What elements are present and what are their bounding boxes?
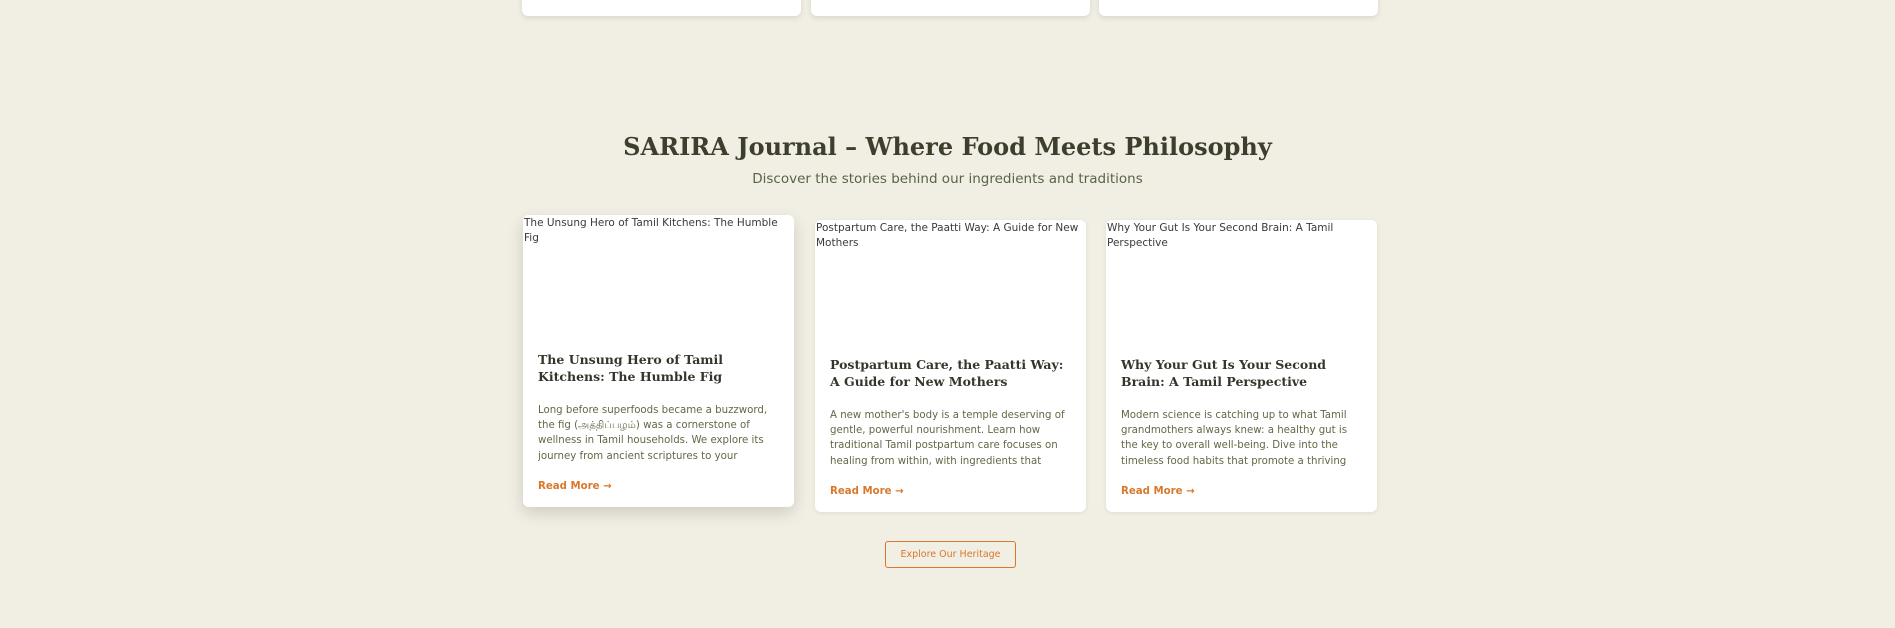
card-excerpt: Modern science is catching up to what Ta… bbox=[1121, 410, 1348, 467]
section-title: SARIRA Journal – Where Food Meets Philos… bbox=[623, 132, 1272, 161]
card-image[interactable]: Postpartum Care, the Paatti Way: A Guide… bbox=[815, 220, 1086, 347]
journal-card[interactable]: The Unsung Hero of Tamil Kitchens: The H… bbox=[523, 215, 794, 507]
card-title[interactable]: Postpartum Care, the Paatti Way: A Guide… bbox=[830, 356, 1071, 390]
card-image[interactable]: Why Your Gut Is Your Second Brain: A Tam… bbox=[1106, 220, 1377, 347]
card-excerpt: Long before superfoods became a buzzword… bbox=[538, 405, 768, 462]
card-body: Postpartum Care, the Paatti Way: A Guide… bbox=[815, 347, 1086, 512]
previous-section-card bbox=[811, 0, 1090, 16]
card-image[interactable]: The Unsung Hero of Tamil Kitchens: The H… bbox=[523, 215, 794, 342]
previous-section-card bbox=[1099, 0, 1378, 16]
journal-card[interactable]: Why Your Gut Is Your Second Brain: A Tam… bbox=[1106, 220, 1377, 512]
read-more-link[interactable]: Read More → bbox=[830, 486, 904, 497]
section-subtitle: Discover the stories behind our ingredie… bbox=[752, 171, 1143, 187]
read-more-link[interactable]: Read More → bbox=[538, 481, 612, 492]
card-title[interactable]: The Unsung Hero of Tamil Kitchens: The H… bbox=[538, 351, 779, 385]
explore-heritage-button[interactable]: Explore Our Heritage bbox=[885, 541, 1016, 568]
card-excerpt: A new mother's body is a temple deservin… bbox=[830, 410, 1065, 467]
read-more-link[interactable]: Read More → bbox=[1121, 486, 1195, 497]
card-body: Why Your Gut Is Your Second Brain: A Tam… bbox=[1106, 347, 1377, 512]
journal-card[interactable]: Postpartum Care, the Paatti Way: A Guide… bbox=[815, 220, 1086, 512]
card-title[interactable]: Why Your Gut Is Your Second Brain: A Tam… bbox=[1121, 356, 1362, 390]
previous-section-card bbox=[522, 0, 801, 16]
card-body: The Unsung Hero of Tamil Kitchens: The H… bbox=[523, 342, 794, 507]
